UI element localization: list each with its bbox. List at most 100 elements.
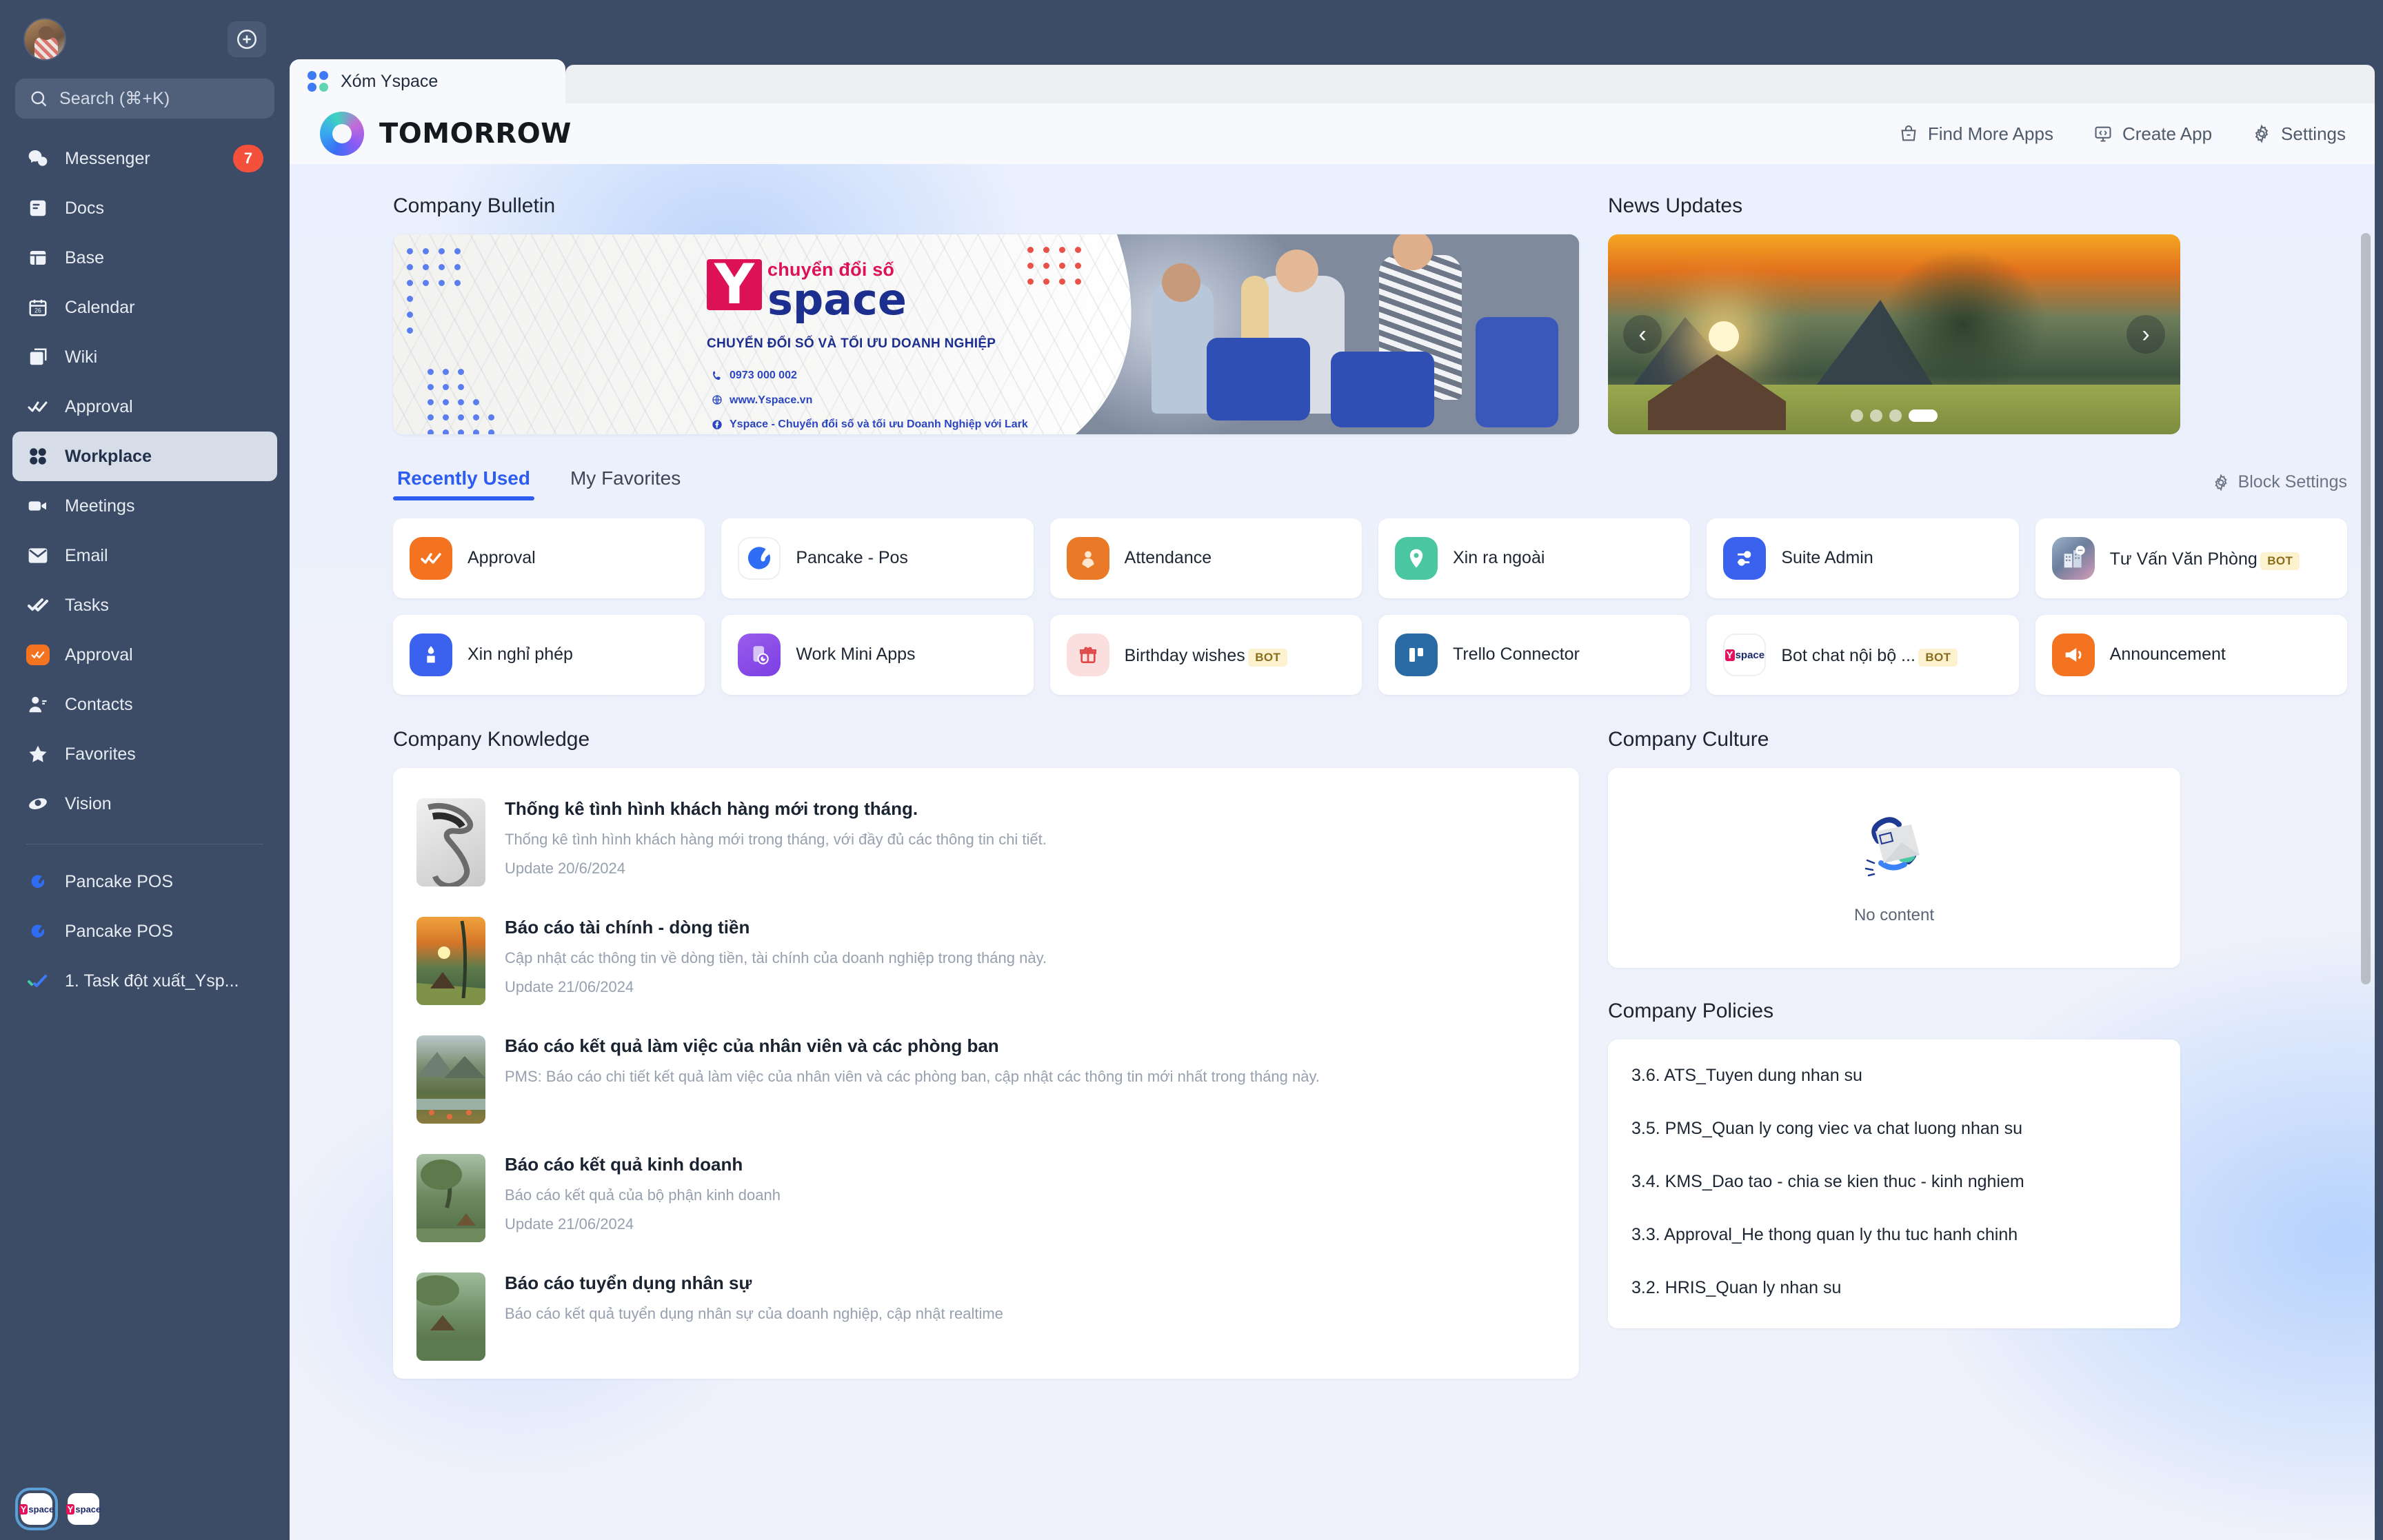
- messenger-icon: [26, 147, 50, 170]
- knowledge-item-desc: Báo cáo kết quả tuyển dụng nhân sự của d…: [505, 1305, 1003, 1322]
- dock-app-yspace[interactable]: Yspace: [66, 1493, 101, 1525]
- knowledge-thumbnail: [416, 1035, 485, 1124]
- sidebar-item-label: Pancake POS: [65, 871, 174, 891]
- sidebar-item-label: Approval: [65, 645, 133, 665]
- knowledge-thumbnail: [416, 1273, 485, 1361]
- apps-tabs: Recently Used My Favorites Block Setting…: [393, 467, 2347, 500]
- tab-my-favorites[interactable]: My Favorites: [566, 467, 685, 500]
- gear-icon: [2215, 473, 2227, 492]
- news-carousel[interactable]: ‹ ›: [1608, 234, 2180, 434]
- find-more-apps-label: Find More Apps: [1927, 123, 2053, 144]
- sidebar-item-label: Pancake POS: [65, 921, 174, 941]
- sidebar-item-label: Favorites: [65, 744, 136, 764]
- app-tile-work-mini-apps[interactable]: Work Mini Apps: [721, 615, 1034, 695]
- block-settings-label: Block Settings: [2238, 472, 2347, 492]
- vertical-scrollbar[interactable]: [2361, 233, 2371, 984]
- code-monitor-icon: [2095, 126, 2111, 142]
- block-settings-button[interactable]: Block Settings: [2212, 472, 2347, 492]
- knowledge-list: Thống kê tình hình khách hàng mới trong …: [393, 768, 1579, 1379]
- knowledge-item[interactable]: Báo cáo tài chính - dòng tiền Cập nhật c…: [416, 904, 1556, 1023]
- dock-app-yspace-active[interactable]: Yspace: [15, 1488, 58, 1530]
- megaphone-icon: [2051, 634, 2095, 676]
- app-tile-bot-chat-noi-bo[interactable]: Yspace Bot chat nội bộ ... BOT: [1707, 615, 2019, 695]
- sidebar-item-contacts[interactable]: Contacts: [12, 680, 277, 729]
- sidebar-item-task-dot-xuat[interactable]: 1. Task đột xuất_Ysp...: [12, 956, 277, 1006]
- tab-recently-used[interactable]: Recently Used: [393, 467, 534, 500]
- sidebar-item-vision[interactable]: Vision: [12, 779, 277, 829]
- knowledge-item-desc: PMS: Báo cáo chi tiết kết quả làm việc c…: [505, 1068, 1320, 1085]
- knowledge-item[interactable]: Thống kê tình hình khách hàng mới trong …: [416, 786, 1556, 904]
- pancake-icon: [26, 920, 50, 943]
- sidebar-item-approval[interactable]: Approval: [12, 382, 277, 432]
- knowledge-item[interactable]: Báo cáo kết quả kinh doanh Báo cáo kết q…: [416, 1142, 1556, 1260]
- sidebar-item-label: Calendar: [65, 297, 135, 317]
- sidebar-item-calendar[interactable]: 26 Calendar: [12, 283, 277, 332]
- knowledge-item[interactable]: Báo cáo tuyển dụng nhân sự Báo cáo kết q…: [416, 1260, 1556, 1379]
- news-next-button[interactable]: ›: [2126, 315, 2165, 354]
- knowledge-item[interactable]: Báo cáo kết quả làm việc của nhân viên v…: [416, 1023, 1556, 1142]
- app-tile-approval[interactable]: Approval: [393, 518, 705, 598]
- sidebar-item-label: Email: [65, 545, 108, 565]
- news-prev-button[interactable]: ‹: [1623, 315, 1662, 354]
- policy-item[interactable]: 3.2. HRIS_Quan ly nhan su: [1631, 1262, 2157, 1315]
- app-tile-suite-admin[interactable]: Suite Admin: [1707, 518, 2019, 598]
- app-tile-trello-connector[interactable]: Trello Connector: [1378, 615, 1691, 695]
- app-tile-announcement[interactable]: Announcement: [2035, 615, 2347, 695]
- app-tile-xin-nghi-phep[interactable]: Xin nghỉ phép: [393, 615, 705, 695]
- bulletin-block: Company Bulletin Y chuyển đổi số space C…: [393, 194, 1579, 434]
- sidebar-item-wiki[interactable]: Wiki: [12, 332, 277, 382]
- app-tile-xin-ra-ngoai[interactable]: Xin ra ngoài: [1378, 518, 1691, 598]
- knowledge-thumbnail: [416, 798, 485, 886]
- policy-item[interactable]: 3.5. PMS_Quan ly cong viec va chat luong…: [1631, 1102, 2157, 1155]
- bulletin-banner[interactable]: Y chuyển đổi số space CHUYỂN ĐỔI SỐ VÀ T…: [393, 234, 1579, 434]
- star-icon: [26, 742, 50, 766]
- sidebar-item-email[interactable]: Email: [12, 531, 277, 580]
- pancake-icon: [26, 870, 50, 893]
- page-scroll-area[interactable]: Company Bulletin Y chuyển đổi số space C…: [290, 164, 2375, 1540]
- app-tile-attendance[interactable]: Attendance: [1049, 518, 1362, 598]
- sidebar-item-messenger[interactable]: Messenger 7: [12, 134, 277, 183]
- add-button[interactable]: [228, 21, 266, 57]
- app-name: Suite Admin: [1781, 548, 1873, 568]
- policy-item[interactable]: 3.6. ATS_Tuyen dung nhan su: [1631, 1049, 2157, 1102]
- banner-phone-row: 0973 000 002: [712, 369, 1028, 382]
- avatar[interactable]: [23, 18, 66, 61]
- sidebar-item-pancake-pos-1[interactable]: Pancake POS: [12, 857, 277, 906]
- bottom-row: Company Knowledge Thống kê tình hình khá…: [393, 728, 2347, 1379]
- tasks-icon: [26, 594, 50, 617]
- meetings-icon: [26, 494, 50, 518]
- find-more-apps-button[interactable]: Find More Apps: [1899, 123, 2053, 145]
- bulletin-title: Company Bulletin: [393, 194, 556, 217]
- app-name: Tư Vấn Văn Phòng: [2109, 549, 2258, 569]
- app-tile-pancake-pos[interactable]: Pancake - Pos: [721, 518, 1034, 598]
- sidebar-item-tasks[interactable]: Tasks: [12, 580, 277, 630]
- news-carousel-dots[interactable]: [1851, 409, 1938, 422]
- knowledge-item-title: Báo cáo tuyển dụng nhân sự: [505, 1273, 752, 1293]
- knowledge-item-title: Báo cáo tài chính - dòng tiền: [505, 917, 750, 938]
- sidebar-item-favorites[interactable]: Favorites: [12, 729, 277, 779]
- brand[interactable]: TOMORROW: [320, 112, 572, 156]
- sidebar-item-docs[interactable]: Docs: [12, 183, 277, 233]
- sidebar-item-meetings[interactable]: Meetings: [12, 481, 277, 531]
- workplace-icon: [308, 71, 328, 92]
- search-input[interactable]: Search (⌘+K): [15, 79, 274, 119]
- app-tile-tu-van-van-phong[interactable]: Tư Vấn Văn Phòng BOT: [2035, 518, 2347, 598]
- settings-button[interactable]: Settings: [2252, 123, 2346, 145]
- yspace-icon: Yspace: [66, 1503, 101, 1514]
- sidebar-dock: Yspace Yspace: [15, 1488, 101, 1530]
- tab-xom-yspace[interactable]: Xóm Yspace: [290, 59, 565, 103]
- policy-item[interactable]: 3.4. KMS_Dao tao - chia se kien thuc - k…: [1631, 1155, 2157, 1208]
- sidebar-item-label: Tasks: [65, 595, 109, 615]
- trello-icon: [1395, 634, 1438, 676]
- empty-state-illustration: [1836, 811, 1953, 893]
- pancake-icon: [738, 537, 781, 580]
- sidebar-item-pancake-pos-2[interactable]: Pancake POS: [12, 906, 277, 956]
- create-app-button[interactable]: Create App: [2093, 123, 2212, 145]
- policy-item[interactable]: 3.3. Approval_He thong quan ly thu tuc h…: [1631, 1208, 2157, 1262]
- app-tile-birthday-wishes[interactable]: Birthday wishes BOT: [1049, 615, 1362, 695]
- sidebar-item-workplace[interactable]: Workplace: [12, 432, 277, 481]
- sidebar-item-approval-app[interactable]: Approval: [12, 630, 277, 680]
- sidebar-item-base[interactable]: Base: [12, 233, 277, 283]
- policies-list: 3.6. ATS_Tuyen dung nhan su 3.5. PMS_Qua…: [1608, 1040, 2180, 1328]
- office-bot-icon: [2051, 537, 2095, 580]
